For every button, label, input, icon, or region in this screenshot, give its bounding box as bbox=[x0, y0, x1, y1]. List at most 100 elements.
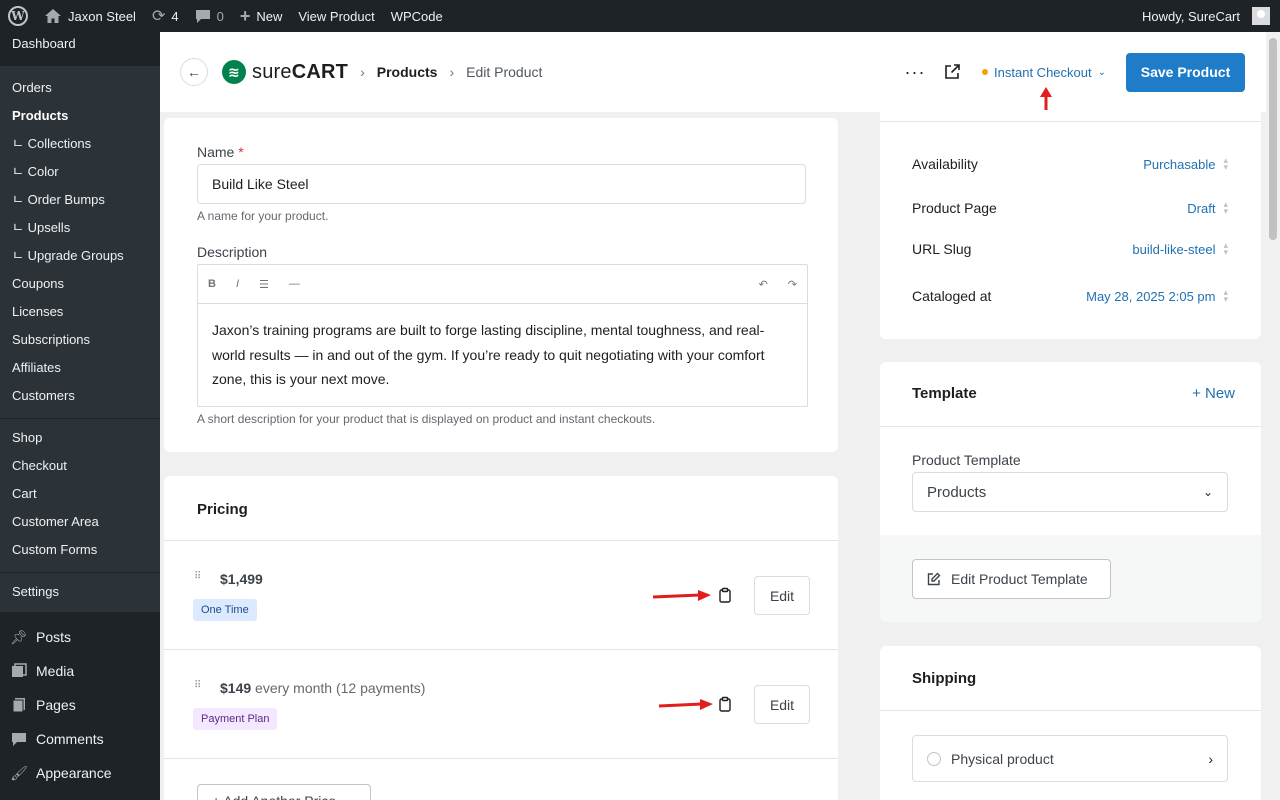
status-row-cataloged-at[interactable]: Cataloged at May 28, 2025 2:05 pm ▴ ▾ bbox=[912, 288, 1228, 305]
physical-product-option[interactable]: Physical product › bbox=[912, 735, 1228, 782]
wordpress-logo-icon: W bbox=[8, 6, 28, 26]
sidebar-item-posts[interactable]: 📌︎ Posts bbox=[0, 620, 160, 654]
price-type-badge: One Time bbox=[193, 599, 257, 621]
edit-product-template-button[interactable]: Edit Product Template bbox=[912, 559, 1111, 599]
drag-handle-icon[interactable]: ⠿ bbox=[194, 680, 206, 692]
sidebar-item-order-bumps[interactable]: ㄴ Order Bumps bbox=[0, 186, 160, 214]
product-name-input[interactable]: Build Like Steel bbox=[197, 164, 806, 204]
site-name-menu[interactable]: Jaxon Steel bbox=[36, 0, 144, 32]
plus-icon: + bbox=[239, 5, 251, 26]
logo-text-cart: CART bbox=[291, 60, 349, 83]
edit-price-button[interactable]: Edit bbox=[754, 685, 810, 724]
sidebar-item-label: Orders bbox=[12, 80, 52, 95]
sidebar-item-shop[interactable]: Shop bbox=[0, 424, 160, 452]
template-card-footer: Edit Product Template bbox=[880, 535, 1261, 622]
updown-chevron-icon: ▴ ▾ bbox=[1223, 155, 1228, 172]
product-template-select[interactable]: Products ⌄ bbox=[912, 472, 1228, 512]
product-template-label: Product Template bbox=[912, 452, 1021, 468]
more-options-icon[interactable]: ··· bbox=[900, 62, 930, 83]
sidebar-item-subscriptions[interactable]: Subscriptions bbox=[0, 326, 160, 354]
sidebar-item-customers[interactable]: Customers bbox=[0, 382, 160, 410]
save-product-button[interactable]: Save Product bbox=[1126, 52, 1245, 92]
sidebar-item-collections[interactable]: ㄴ Collections bbox=[0, 130, 160, 158]
breadcrumb-products[interactable]: Products bbox=[377, 64, 438, 80]
sidebar-item-comments[interactable]: Comments bbox=[0, 722, 160, 756]
pricing-card: Pricing ⠿ $1,499 One Time Edit ⠿ $149 ev… bbox=[164, 476, 838, 800]
sidebar-item-label: Subscriptions bbox=[12, 332, 91, 347]
breadcrumb-edit-product: Edit Product bbox=[466, 64, 543, 80]
clipboard-icon[interactable] bbox=[718, 587, 734, 603]
updates-menu[interactable]: ⟳ 4 bbox=[144, 0, 187, 32]
status-row-url-slug[interactable]: URL Slug build-like-steel ▴ ▾ bbox=[912, 241, 1228, 258]
sidebar-item-color[interactable]: ㄴ Color bbox=[0, 158, 160, 186]
edit-price-button[interactable]: Edit bbox=[754, 576, 810, 615]
sidebar-item-upgrade-groups[interactable]: ㄴ Upgrade Groups bbox=[0, 242, 160, 270]
chevron-right-icon: › bbox=[360, 64, 365, 80]
sidebar-item-label: Posts bbox=[36, 629, 72, 645]
sidebar-item-checkout[interactable]: Checkout bbox=[0, 452, 160, 480]
home-icon bbox=[45, 9, 61, 23]
description-textarea[interactable]: Jaxon’s training programs are built to f… bbox=[198, 304, 807, 406]
view-product-label: View Product bbox=[298, 8, 375, 24]
back-button[interactable]: ← bbox=[180, 58, 208, 86]
new-template-link[interactable]: + New bbox=[1192, 385, 1235, 402]
arrow-left-icon: ← bbox=[187, 64, 201, 80]
edit-icon bbox=[927, 572, 941, 586]
pushpin-icon: 📌︎ bbox=[10, 628, 28, 645]
editor-toolbar: B I ☰ — ↶ ↷ bbox=[198, 265, 807, 304]
status-label: Cataloged at bbox=[912, 288, 992, 304]
price-row: ⠿ $149 every month (12 payments) Payment… bbox=[164, 649, 838, 758]
wp-logo-menu[interactable]: W bbox=[0, 0, 36, 32]
sidebar-item-products[interactable]: Products bbox=[0, 102, 160, 130]
sidebar-item-cart[interactable]: Cart bbox=[0, 480, 160, 508]
chevron-down-icon: ⌄ bbox=[1202, 485, 1213, 499]
undo-button[interactable]: ↶ bbox=[759, 278, 768, 291]
sidebar-item-coupons[interactable]: Coupons bbox=[0, 270, 160, 298]
status-row-product-page[interactable]: Product Page Draft ▴ ▾ bbox=[912, 200, 1228, 217]
bold-button[interactable]: B bbox=[208, 278, 216, 290]
sidebar-item-affiliates[interactable]: Affiliates bbox=[0, 354, 160, 382]
redo-button[interactable]: ↷ bbox=[788, 278, 797, 291]
surecart-mark-icon: ≋ bbox=[222, 60, 246, 84]
page-scrollbar[interactable] bbox=[1266, 32, 1280, 800]
page-header: ← ≋ sureCART › Products › Edit Product ·… bbox=[160, 32, 1266, 112]
description-editor: B I ☰ — ↶ ↷ Jaxon’s training programs ar… bbox=[197, 264, 808, 407]
sidebar-item-appearance[interactable]: 🖌︎ Appearance bbox=[0, 756, 160, 790]
horizontal-rule-button[interactable]: — bbox=[289, 278, 300, 290]
status-row-availability[interactable]: Availability Purchasable ▴ ▾ bbox=[912, 155, 1228, 173]
clipboard-icon[interactable] bbox=[718, 696, 734, 712]
price-amount: $149 every month (12 payments) bbox=[220, 680, 426, 696]
card-divider bbox=[880, 121, 1261, 122]
chevron-right-icon: › bbox=[449, 64, 455, 80]
comments-icon bbox=[10, 730, 28, 748]
new-content-menu[interactable]: + New bbox=[232, 0, 291, 32]
external-link-icon[interactable] bbox=[942, 62, 962, 82]
sidebar-item-dashboard[interactable]: Dashboard bbox=[0, 32, 160, 56]
instant-checkout-dropdown[interactable]: Instant Checkout ⌄ bbox=[982, 65, 1106, 80]
account-menu[interactable]: Howdy, SureCart bbox=[1134, 0, 1280, 32]
wpcode-menu[interactable]: WPCode bbox=[383, 0, 451, 32]
sidebar-item-label: Dashboard bbox=[12, 36, 76, 51]
scrollbar-thumb[interactable] bbox=[1269, 38, 1277, 240]
sidebar-item-orders[interactable]: Orders bbox=[0, 74, 160, 102]
sidebar-item-label: Affiliates bbox=[12, 360, 61, 375]
price-type-badge: Payment Plan bbox=[193, 708, 278, 730]
bullet-list-button[interactable]: ☰ bbox=[259, 278, 269, 291]
drag-handle-icon[interactable]: ⠿ bbox=[194, 571, 206, 583]
sidebar-item-licenses[interactable]: Licenses bbox=[0, 298, 160, 326]
sidebar-item-settings[interactable]: Settings bbox=[0, 578, 160, 606]
view-product-link[interactable]: View Product bbox=[290, 0, 382, 32]
instant-checkout-label: Instant Checkout bbox=[994, 64, 1092, 80]
comments-menu[interactable]: 0 bbox=[187, 0, 232, 32]
selected-template: Products bbox=[927, 483, 987, 501]
italic-button[interactable]: I bbox=[236, 278, 239, 290]
sidebar-item-customer-area[interactable]: Customer Area bbox=[0, 508, 160, 536]
sidebar-item-upsells[interactable]: ㄴ Upsells bbox=[0, 214, 160, 242]
sidebar-item-media[interactable]: Media bbox=[0, 654, 160, 688]
sidebar-item-pages[interactable]: Pages bbox=[0, 688, 160, 722]
sidebar-item-custom-forms[interactable]: Custom Forms bbox=[0, 536, 160, 564]
add-another-price-button[interactable]: + Add Another Price bbox=[197, 784, 371, 800]
status-value: Purchasable bbox=[1143, 156, 1216, 172]
radio-icon bbox=[927, 751, 941, 766]
product-name-value: Build Like Steel bbox=[212, 176, 309, 192]
